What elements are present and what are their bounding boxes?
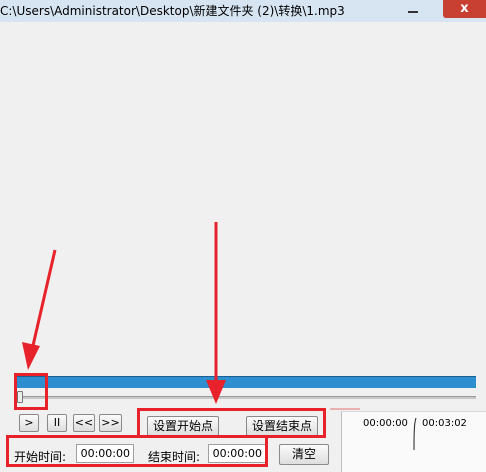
arrow-icon (206, 222, 226, 404)
arrow-icon (22, 249, 57, 370)
annotation-arrows (22, 222, 226, 404)
